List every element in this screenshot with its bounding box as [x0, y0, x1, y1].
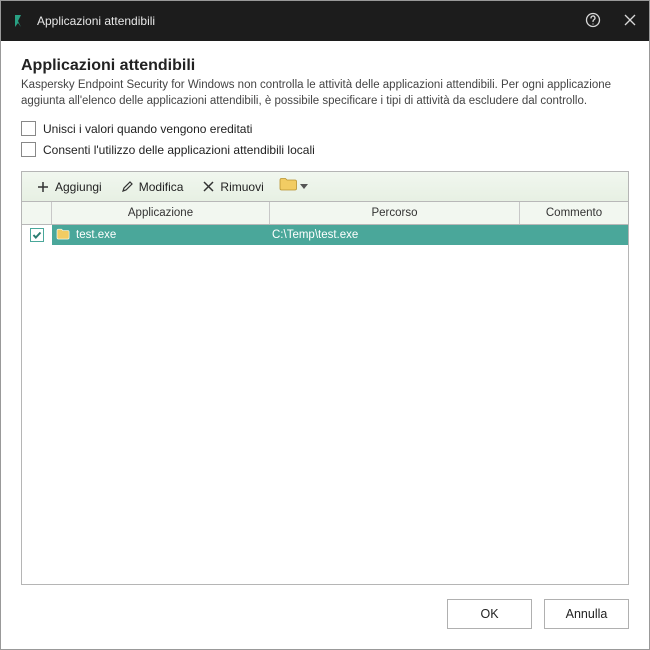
cancel-button[interactable]: Annulla	[544, 599, 629, 629]
remove-button[interactable]: Rimuovi	[193, 177, 271, 197]
help-icon[interactable]	[585, 12, 601, 31]
add-button[interactable]: Aggiungi	[28, 177, 110, 197]
column-application[interactable]: Applicazione	[52, 202, 270, 224]
row-app-name: test.exe	[76, 229, 116, 241]
page-description: Kaspersky Endpoint Security for Windows …	[21, 78, 629, 109]
edit-label: Modifica	[139, 180, 184, 194]
checkbox-icon	[21, 121, 36, 136]
window-title: Applicazioni attendibili	[37, 14, 155, 28]
table-row[interactable]: test.exe C:\Temp\test.exe	[22, 225, 628, 245]
app-logo-icon	[11, 13, 27, 29]
merge-values-checkbox[interactable]: Unisci i valori quando vengono ereditati	[21, 121, 629, 136]
close-icon[interactable]	[623, 13, 637, 30]
column-checkbox[interactable]	[22, 202, 52, 224]
x-icon	[201, 180, 215, 194]
import-export-button[interactable]	[274, 174, 313, 199]
ok-button[interactable]: OK	[447, 599, 532, 629]
column-comment[interactable]: Commento	[520, 202, 628, 224]
add-label: Aggiungi	[55, 180, 102, 194]
edit-button[interactable]: Modifica	[112, 177, 192, 197]
allow-local-trusted-checkbox[interactable]: Consenti l'utilizzo delle applicazioni a…	[21, 142, 629, 157]
checkbox-icon	[21, 142, 36, 157]
folder-icon	[279, 177, 297, 196]
page-heading: Applicazioni attendibili	[21, 57, 629, 75]
allow-local-trusted-label: Consenti l'utilizzo delle applicazioni a…	[43, 143, 315, 157]
column-path[interactable]: Percorso	[270, 202, 520, 224]
file-icon	[56, 228, 70, 243]
chevron-down-icon	[300, 184, 308, 189]
row-checkbox[interactable]	[30, 228, 44, 242]
plus-icon	[36, 180, 50, 194]
row-path: C:\Temp\test.exe	[270, 229, 520, 241]
remove-label: Rimuovi	[220, 180, 263, 194]
merge-values-label: Unisci i valori quando vengono ereditati	[43, 122, 252, 136]
pencil-icon	[120, 180, 134, 194]
